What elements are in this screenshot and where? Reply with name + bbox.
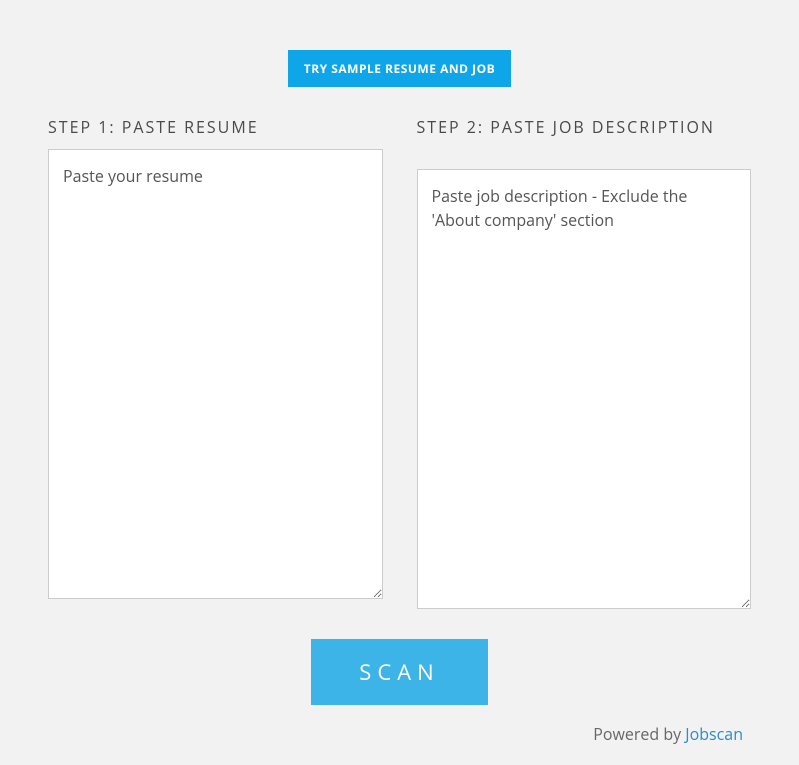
- step-2-column: STEP 2: PASTE JOB DESCRIPTION: [417, 117, 752, 609]
- main-container: TRY SAMPLE RESUME AND JOB STEP 1: PASTE …: [0, 0, 799, 765]
- scan-button-wrap: SCAN: [48, 639, 751, 705]
- job-description-textarea[interactable]: [417, 169, 752, 609]
- powered-by-footer: Powered by Jobscan: [48, 723, 751, 745]
- step-2-heading: STEP 2: PASTE JOB DESCRIPTION: [417, 117, 752, 159]
- jobscan-link[interactable]: Jobscan: [685, 723, 743, 745]
- powered-by-prefix: Powered by: [593, 723, 685, 745]
- steps-row: STEP 1: PASTE RESUME STEP 2: PASTE JOB D…: [48, 117, 751, 609]
- top-button-wrap: TRY SAMPLE RESUME AND JOB: [48, 50, 751, 87]
- step-1-column: STEP 1: PASTE RESUME: [48, 117, 383, 609]
- step-1-heading: STEP 1: PASTE RESUME: [48, 117, 383, 139]
- resume-textarea[interactable]: [48, 149, 383, 599]
- try-sample-button[interactable]: TRY SAMPLE RESUME AND JOB: [288, 50, 511, 87]
- scan-button[interactable]: SCAN: [311, 639, 487, 705]
